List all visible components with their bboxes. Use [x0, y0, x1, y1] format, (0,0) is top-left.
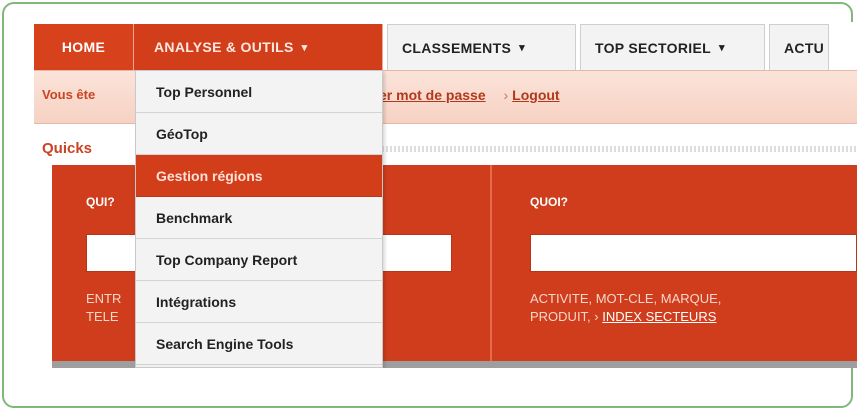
menu-item-geotop[interactable]: GéoTop	[136, 113, 382, 155]
menu-item-search-engine-tools[interactable]: Search Engine Tools	[136, 323, 382, 365]
main-nav: HOME ANALYSE & OUTILS ▾ CLASSEMENTS ▾ TO…	[34, 24, 857, 70]
chevron-down-icon: ▾	[718, 42, 725, 54]
welcome-text: Vous ête	[42, 87, 96, 102]
index-secteurs-link[interactable]: INDEX SECTEURS	[602, 309, 716, 324]
qui-hint: ENTR TELE	[86, 290, 121, 326]
quoi-hint-prefix: PRODUIT, ›	[530, 309, 599, 324]
nav-actu-label: ACTU	[784, 39, 825, 56]
menu-item-benchmark[interactable]: Benchmark	[136, 197, 382, 239]
change-password-link[interactable]: er mot de passe	[379, 87, 486, 103]
qui-label: QUI?	[86, 195, 115, 209]
account-links: er mot de passe › Logout	[379, 87, 560, 103]
quoi-hint: ACTIVITE, MOT-CLE, MARQUE, PRODUIT, › IN…	[530, 290, 721, 326]
quicksearch-title: Quicks	[42, 140, 93, 157]
qui-hint-line1: ENTR	[86, 291, 122, 306]
quoi-hint-line1: ACTIVITE, MOT-CLE, MARQUE,	[530, 291, 722, 306]
menu-item-gestion-regions[interactable]: Gestion régions	[136, 155, 382, 197]
chevron-down-icon: ▾	[301, 41, 308, 54]
nav-classements-label: CLASSEMENTS	[402, 39, 512, 56]
analyse-outils-dropdown: Top Personnel GéoTop Gestion régions Ben…	[135, 70, 383, 368]
chevron-down-icon: ▾	[519, 42, 525, 54]
nav-actu[interactable]: ACTU	[769, 24, 829, 70]
arrow-icon: ›	[503, 87, 509, 103]
qui-hint-line2: TELE	[86, 309, 119, 324]
quoi-hint-line2: PRODUIT, › INDEX SECTEURS	[530, 308, 721, 326]
divider	[490, 165, 492, 361]
quoi-input[interactable]	[530, 234, 857, 272]
nav-top-sectoriel[interactable]: TOP SECTORIEL ▾	[580, 24, 765, 70]
divider	[374, 146, 857, 152]
nav-top-sectoriel-label: TOP SECTORIEL	[595, 39, 711, 56]
logout-link[interactable]: Logout	[512, 87, 559, 103]
menu-item-top-company-report[interactable]: Top Company Report	[136, 239, 382, 281]
quoi-label: QUOI?	[530, 195, 568, 209]
website-screenshot: HOME ANALYSE & OUTILS ▾ CLASSEMENTS ▾ TO…	[34, 22, 857, 368]
nav-classements[interactable]: CLASSEMENTS ▾	[387, 24, 576, 70]
nav-analyse-outils[interactable]: ANALYSE & OUTILS ▾	[134, 24, 383, 70]
nav-analyse-label: ANALYSE & OUTILS	[154, 39, 294, 55]
nav-home-label: HOME	[61, 39, 106, 55]
nav-home[interactable]: HOME	[34, 24, 134, 70]
menu-item-integrations[interactable]: Intégrations	[136, 281, 382, 323]
menu-item-top-personnel[interactable]: Top Personnel	[136, 71, 382, 113]
